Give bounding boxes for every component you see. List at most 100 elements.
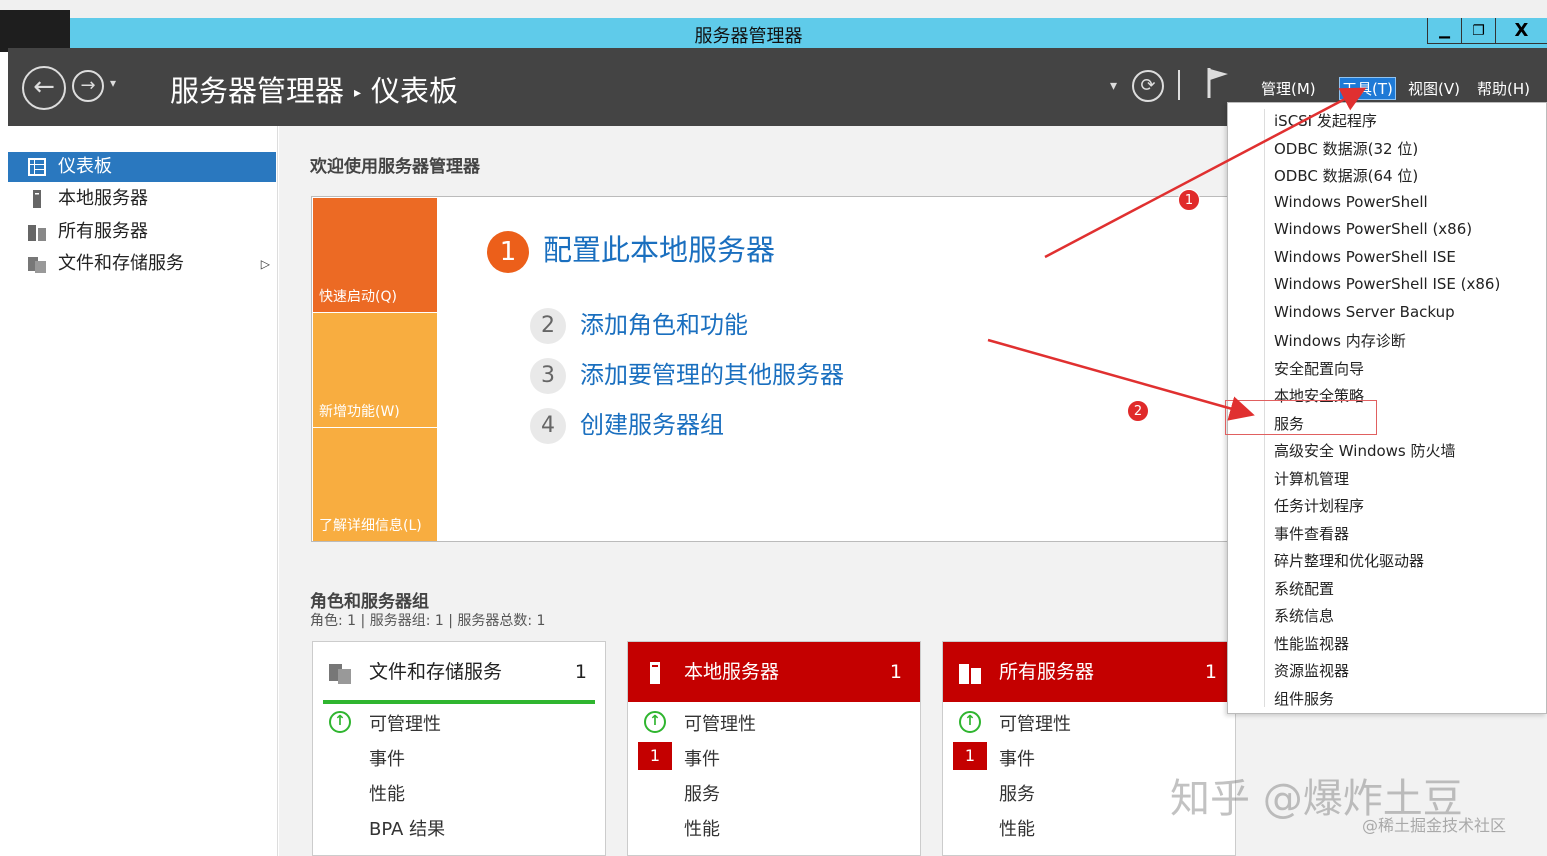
menu-item-defrag[interactable]: 碎片整理和优化驱动器 bbox=[1274, 550, 1424, 571]
card-row-services[interactable]: 服务 bbox=[999, 780, 1035, 806]
sidebar-item-local-server[interactable]: 本地服务器 bbox=[8, 184, 276, 214]
tile-label: 新增功能(W) bbox=[319, 404, 400, 420]
card-row-performance[interactable]: 性能 bbox=[999, 815, 1035, 841]
roles-summary: 角色: 1 | 服务器组: 1 | 服务器总数: 1 bbox=[310, 613, 546, 629]
menu-item-odbc64[interactable]: ODBC 数据源(64 位) bbox=[1274, 165, 1418, 186]
sidebar-item-label: 本地服务器 bbox=[58, 188, 148, 209]
menu-item-computer-management[interactable]: 计算机管理 bbox=[1274, 468, 1349, 489]
menu-manage[interactable]: 管理(M) bbox=[1261, 78, 1316, 99]
dropdown-icon[interactable]: ▾ bbox=[1110, 78, 1117, 94]
sidebar-item-all-servers[interactable]: 所有服务器 bbox=[8, 217, 276, 247]
tile-quick-start[interactable]: 快速启动(Q) bbox=[313, 198, 437, 312]
menu-item-resource-monitor[interactable]: 资源监视器 bbox=[1274, 660, 1349, 681]
card-row-manageability[interactable]: 可管理性 bbox=[684, 710, 756, 736]
step-number: 4 bbox=[530, 408, 566, 444]
menu-item-powershell-x86[interactable]: Windows PowerShell (x86) bbox=[1274, 220, 1472, 238]
menu-item-iscsi[interactable]: iSCSI 发起程序 bbox=[1274, 110, 1377, 131]
card-title: 文件和存储服务 bbox=[369, 661, 503, 683]
menu-item-task-scheduler[interactable]: 任务计划程序 bbox=[1274, 495, 1364, 516]
watermark-sub: @稀土掘金技术社区 bbox=[1362, 816, 1507, 835]
outer-window-strip bbox=[0, 0, 1547, 52]
card-row-manageability[interactable]: 可管理性 bbox=[999, 710, 1071, 736]
ok-icon: ↑ bbox=[644, 711, 666, 733]
tile-label: 快速启动(Q) bbox=[319, 289, 397, 305]
storage-icon bbox=[329, 664, 351, 684]
server-icon bbox=[33, 190, 41, 208]
card-row-performance[interactable]: 性能 bbox=[369, 780, 405, 806]
menu-item-component-services[interactable]: 组件服务 bbox=[1274, 688, 1334, 709]
card-header[interactable]: 所有服务器 1 bbox=[943, 642, 1235, 702]
menu-item-powershell-ise-x86[interactable]: Windows PowerShell ISE (x86) bbox=[1274, 275, 1500, 293]
menu-item-system-config[interactable]: 系统配置 bbox=[1274, 578, 1334, 599]
breadcrumb: 服务器管理器 ▸ 仪表板 bbox=[170, 68, 458, 110]
storage-icon bbox=[28, 257, 46, 273]
role-card-local-server[interactable]: 本地服务器 1 ↑ 可管理性 1 事件 服务 性能 bbox=[627, 641, 921, 856]
minimize-button[interactable]: ▁ bbox=[1427, 18, 1461, 44]
card-title: 本地服务器 bbox=[684, 661, 780, 683]
card-header[interactable]: 文件和存储服务 1 bbox=[313, 642, 605, 702]
tile-whats-new[interactable]: 新增功能(W) bbox=[313, 313, 437, 427]
menu-tools[interactable]: 工具(T) bbox=[1339, 77, 1396, 100]
card-row-manageability[interactable]: 可管理性 bbox=[369, 710, 441, 736]
sidebar-item-label: 所有服务器 bbox=[58, 221, 148, 242]
card-title: 所有服务器 bbox=[999, 661, 1095, 683]
sidebar-item-dashboard[interactable]: 仪表板 bbox=[8, 152, 276, 182]
menu-item-odbc32[interactable]: ODBC 数据源(32 位) bbox=[1274, 138, 1418, 159]
status-bar-ok bbox=[323, 700, 595, 704]
forward-icon[interactable]: → bbox=[72, 70, 104, 102]
step-number: 3 bbox=[530, 358, 566, 394]
card-row-events[interactable]: 事件 bbox=[684, 745, 720, 771]
dashboard-icon bbox=[28, 158, 46, 176]
step-label: 添加要管理的其他服务器 bbox=[580, 361, 844, 389]
roles-heading: 角色和服务器组 bbox=[310, 592, 429, 612]
step-add-roles[interactable]: 2 添加角色和功能 bbox=[530, 305, 748, 344]
sidebar-item-storage[interactable]: 文件和存储服务 ▷ bbox=[8, 249, 276, 279]
menu-item-system-info[interactable]: 系统信息 bbox=[1274, 605, 1334, 626]
menu-item-event-viewer[interactable]: 事件查看器 bbox=[1274, 523, 1349, 544]
back-icon[interactable]: ← bbox=[22, 66, 66, 110]
close-button[interactable]: X bbox=[1495, 18, 1547, 44]
menu-item-security-wizard[interactable]: 安全配置向导 bbox=[1274, 358, 1364, 379]
card-row-services[interactable]: 服务 bbox=[684, 780, 720, 806]
breadcrumb-app[interactable]: 服务器管理器 bbox=[170, 74, 344, 108]
card-count: 1 bbox=[889, 661, 902, 683]
refresh-icon[interactable]: ⟳ bbox=[1132, 70, 1164, 102]
menu-help[interactable]: 帮助(H) bbox=[1477, 78, 1530, 99]
restore-button[interactable]: ❐ bbox=[1461, 18, 1495, 44]
annotation-marker-2: 2 bbox=[1127, 400, 1149, 422]
servers-icon bbox=[28, 225, 46, 241]
sidebar-item-label: 文件和存储服务 bbox=[58, 253, 184, 274]
menu-item-firewall[interactable]: 高级安全 Windows 防火墙 bbox=[1274, 440, 1456, 461]
welcome-heading: 欢迎使用服务器管理器 bbox=[310, 157, 480, 177]
expand-arrow-icon[interactable]: ▷ bbox=[261, 249, 270, 279]
step-configure-local-server[interactable]: 1 配置此本地服务器 bbox=[487, 227, 775, 273]
window-title: 服务器管理器 bbox=[694, 26, 803, 47]
step-add-servers[interactable]: 3 添加要管理的其他服务器 bbox=[530, 355, 844, 394]
card-row-events[interactable]: 事件 bbox=[999, 745, 1035, 771]
menu-item-performance-monitor[interactable]: 性能监视器 bbox=[1274, 633, 1349, 654]
breadcrumb-page: 仪表板 bbox=[371, 74, 459, 108]
menu-item-powershell[interactable]: Windows PowerShell bbox=[1274, 193, 1428, 211]
menu-item-memory-diagnostic[interactable]: Windows 内存诊断 bbox=[1274, 330, 1406, 351]
card-row-bpa[interactable]: BPA 结果 bbox=[369, 815, 445, 841]
menu-item-powershell-ise[interactable]: Windows PowerShell ISE bbox=[1274, 248, 1456, 266]
flag-icon[interactable] bbox=[1206, 66, 1230, 104]
step-label: 添加角色和功能 bbox=[580, 311, 748, 339]
menu-view[interactable]: 视图(V) bbox=[1408, 78, 1460, 99]
step-create-group[interactable]: 4 创建服务器组 bbox=[530, 405, 724, 444]
card-count: 1 bbox=[1204, 661, 1217, 683]
step-number: 2 bbox=[530, 308, 566, 344]
ok-icon: ↑ bbox=[329, 711, 351, 733]
step-label: 创建服务器组 bbox=[580, 411, 724, 439]
card-row-performance[interactable]: 性能 bbox=[684, 815, 720, 841]
annotation-marker-1: 1 bbox=[1178, 189, 1200, 211]
card-row-events[interactable]: 事件 bbox=[369, 745, 405, 771]
history-dropdown-icon[interactable]: ▾ bbox=[110, 76, 116, 90]
role-card-storage[interactable]: 文件和存储服务 1 ↑ 可管理性 事件 性能 BPA 结果 bbox=[312, 641, 606, 856]
step-number: 1 bbox=[487, 231, 529, 273]
tile-learn-more[interactable]: 了解详细信息(L) bbox=[313, 428, 437, 541]
event-alert-badge: 1 bbox=[953, 742, 987, 770]
sidebar-item-label: 仪表板 bbox=[58, 156, 112, 177]
menu-item-server-backup[interactable]: Windows Server Backup bbox=[1274, 303, 1455, 321]
card-header[interactable]: 本地服务器 1 bbox=[628, 642, 920, 702]
